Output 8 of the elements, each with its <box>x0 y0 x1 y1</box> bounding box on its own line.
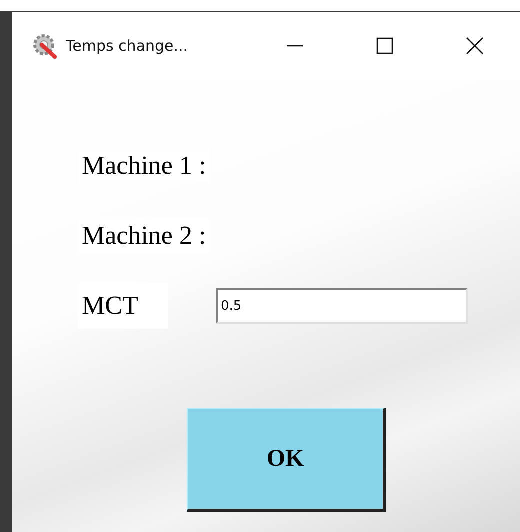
input-field[interactable]: 0.5 <box>216 288 468 324</box>
close-icon <box>466 37 484 55</box>
minimize-icon <box>286 45 304 47</box>
gear-icon <box>32 33 58 59</box>
window-title: Temps change... <box>66 37 188 55</box>
maximize-icon <box>376 37 394 55</box>
ok-button[interactable]: OK <box>187 408 386 512</box>
field-label: MCT <box>78 283 168 329</box>
